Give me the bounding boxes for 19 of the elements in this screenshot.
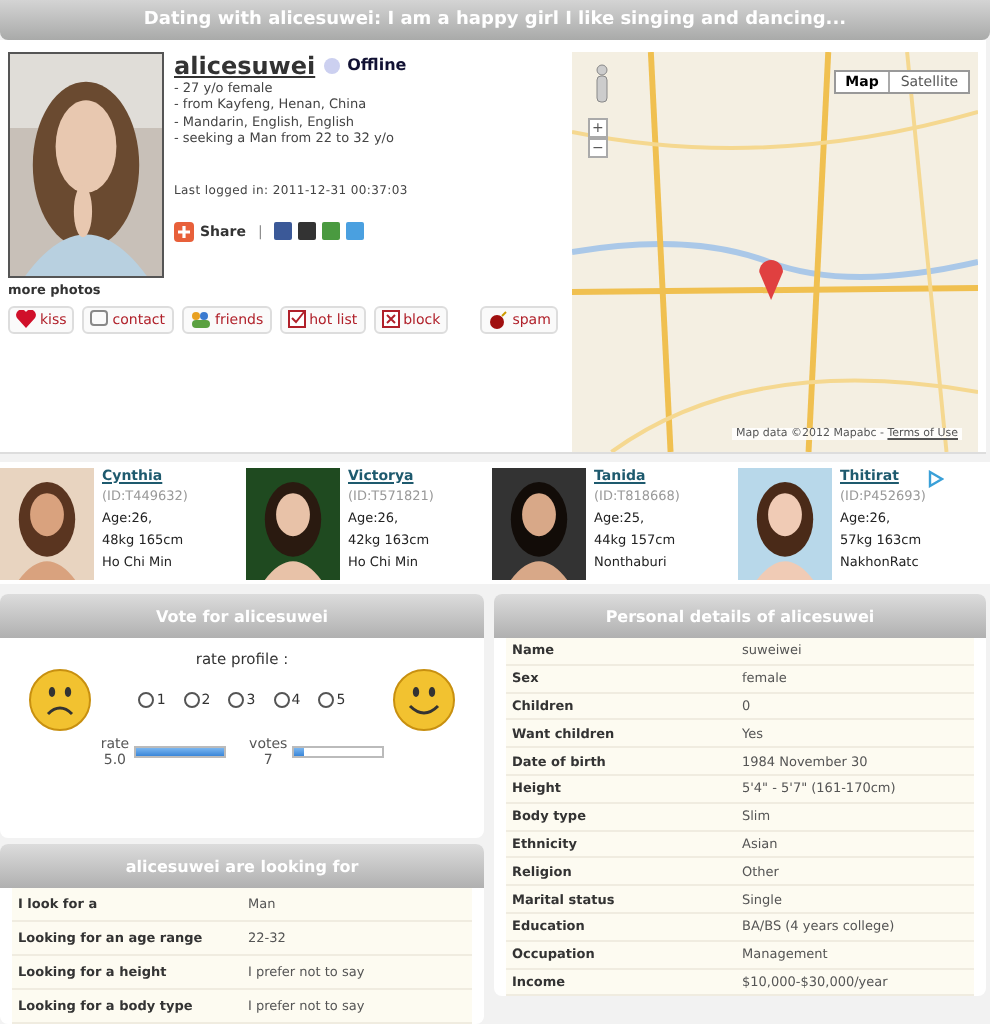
ad-choices-icon[interactable]	[928, 470, 944, 489]
bomb-icon	[488, 309, 509, 330]
panel-title: Personal details of alicesuwei	[494, 594, 986, 638]
votes-bar	[291, 746, 384, 758]
username-link[interactable]: alicesuwei	[174, 51, 316, 80]
close-icon	[381, 310, 400, 329]
sad-face-icon	[28, 668, 92, 732]
page-title: Dating with alicesuwei: I am a happy girl I like singing and dancing...	[0, 0, 990, 40]
panel-title: Vote for alicesuwei	[0, 594, 484, 638]
plus-icon	[174, 221, 194, 242]
chat-icon	[90, 310, 109, 329]
people-icon	[189, 310, 211, 329]
status-label: Offline	[347, 56, 407, 75]
panel-title: alicesuwei are looking for	[0, 844, 484, 888]
heart-icon	[16, 310, 36, 329]
checkbox-icon	[287, 310, 306, 329]
person-icon[interactable]	[593, 63, 610, 104]
happy-face-icon	[392, 668, 456, 732]
rate-bar	[133, 746, 226, 758]
